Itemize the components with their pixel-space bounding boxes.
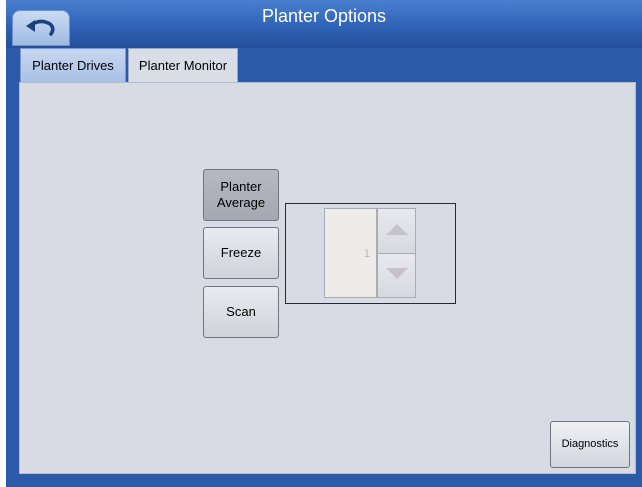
page-title: Planter Options xyxy=(261,6,387,26)
tab-planter-monitor[interactable]: Planter Monitor xyxy=(128,48,238,84)
triangle-down-icon xyxy=(385,267,408,285)
triangle-up-icon xyxy=(385,222,408,240)
diagnostics-button[interactable]: Diagnostics xyxy=(550,421,630,468)
planter-average-button[interactable]: Planter Average xyxy=(203,169,279,221)
row-number-field[interactable]: 1 xyxy=(324,208,377,298)
tab-planter-drives[interactable]: Planter Drives xyxy=(20,48,126,82)
scan-button[interactable]: Scan xyxy=(203,286,279,338)
freeze-label: Freeze xyxy=(220,245,262,260)
scan-label: Scan xyxy=(226,304,256,319)
planter-average-label: Planter Average xyxy=(216,179,266,210)
freeze-button[interactable]: Freeze xyxy=(203,227,279,279)
decrement-button[interactable] xyxy=(377,253,416,298)
title-bar: Planter Options xyxy=(6,0,642,48)
increment-button[interactable] xyxy=(377,208,416,253)
bottom-frame-strip xyxy=(6,474,642,487)
